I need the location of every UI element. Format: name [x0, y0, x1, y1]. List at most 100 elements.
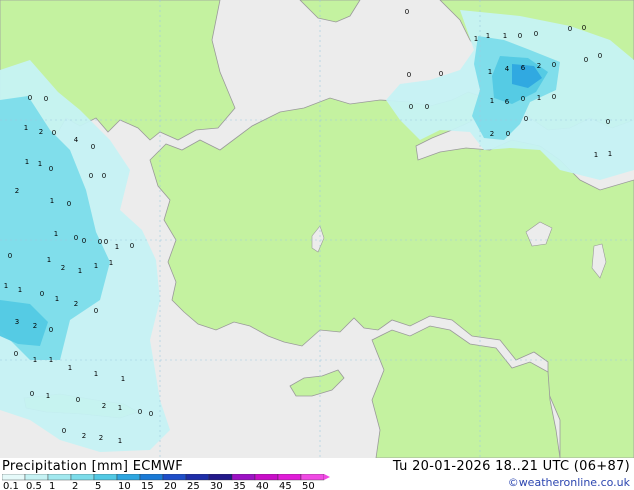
legend-swatch	[93, 474, 118, 481]
value-label: 0	[89, 172, 93, 180]
value-label: 0	[14, 350, 18, 358]
value-label: 1	[33, 356, 37, 364]
legend-swatch	[162, 474, 187, 481]
value-label: 2	[74, 300, 78, 308]
value-label: 0	[409, 103, 413, 111]
value-label: 0	[506, 130, 510, 138]
legend-swatch	[70, 474, 95, 481]
value-label: 0	[28, 94, 32, 102]
legend-tick-label: 40	[256, 481, 269, 490]
value-label: 1	[503, 32, 507, 40]
value-label: 0	[76, 396, 80, 404]
value-label: 1	[18, 286, 22, 294]
value-label: 0	[98, 238, 102, 246]
value-label: 0	[138, 408, 142, 416]
value-label: 1	[78, 267, 82, 275]
legend-swatch	[231, 474, 256, 481]
legend-tick-label: 45	[279, 481, 292, 490]
legend-tick-label: 15	[141, 481, 154, 490]
value-label: 1	[4, 282, 8, 290]
value-label: 2	[15, 187, 19, 195]
value-label: 0	[82, 237, 86, 245]
legend-tick-label: 35	[233, 481, 246, 490]
value-label: 0	[8, 252, 12, 260]
value-label: 0	[568, 25, 572, 33]
value-label: 0	[130, 242, 134, 250]
value-label: 1	[25, 158, 29, 166]
precipitation-map: 01 1 1 0 00 0001 4 6 2 00 01 6 0 1 02 00 01 10 00 01 2 0401 10…	[0, 0, 634, 458]
value-label: 1	[54, 230, 58, 238]
value-label: 0	[524, 115, 528, 123]
valid-time: Tu 20-01-2026 18..21 UTC (06+87)	[392, 459, 630, 474]
legend-swatch	[254, 474, 279, 481]
value-label: 0	[405, 8, 409, 16]
value-label: 0	[91, 143, 95, 151]
value-label: 2	[490, 130, 494, 138]
value-label: 0	[425, 103, 429, 111]
value-label: 0	[49, 165, 53, 173]
legend-tick-label: 0.1	[3, 481, 19, 490]
value-label: 0	[74, 234, 78, 242]
legend-tick-label: 50	[302, 481, 315, 490]
value-label: 3	[15, 318, 19, 326]
value-label: 0	[149, 410, 153, 418]
value-label: 6	[505, 98, 510, 106]
legend-tick-label: 2	[72, 481, 78, 490]
value-label: 0	[407, 71, 411, 79]
value-label: 0	[67, 200, 71, 208]
value-label: 0	[439, 70, 443, 78]
value-label: 0	[534, 30, 538, 38]
legend-tick-label: 10	[118, 481, 131, 490]
legend-tick-label: 0.5	[26, 481, 42, 490]
value-label: 0	[552, 61, 556, 69]
value-label: 0	[52, 129, 56, 137]
value-label: 1	[24, 124, 28, 132]
value-label: 1	[38, 160, 42, 168]
legend-tick-label: 1	[49, 481, 55, 490]
value-label: 0	[582, 24, 586, 32]
value-label: 1	[94, 262, 98, 270]
value-label: 0	[552, 93, 556, 101]
value-label: 1	[594, 151, 598, 159]
credit-link[interactable]: ©weatheronline.co.uk	[508, 476, 630, 489]
legend-swatch	[300, 474, 325, 481]
value-label: 1	[94, 370, 98, 378]
value-label: 0	[598, 52, 602, 60]
value-label: 0	[584, 56, 588, 64]
value-label: 0	[521, 95, 525, 103]
value-label: 2	[82, 432, 86, 440]
value-label: 1	[608, 150, 612, 158]
value-label: 4	[74, 136, 79, 144]
value-label: 1	[474, 35, 478, 43]
value-label: 0	[102, 172, 106, 180]
value-label: 1	[490, 97, 494, 105]
value-label: 0	[518, 32, 522, 40]
value-label: 2	[39, 128, 43, 136]
value-label: 1	[47, 256, 51, 264]
value-label: 0	[40, 290, 44, 298]
legend-tick-label: 25	[187, 481, 200, 490]
value-label: 1	[537, 94, 541, 102]
value-label: 1	[118, 437, 122, 445]
value-label: 1	[121, 375, 125, 383]
value-label: 1	[49, 356, 53, 364]
value-label: 1	[46, 392, 50, 400]
value-label: 0	[44, 95, 48, 103]
value-label: 0	[62, 427, 66, 435]
value-label: 1	[118, 404, 122, 412]
value-label: 1	[115, 243, 119, 251]
legend-swatch	[208, 474, 233, 481]
value-label: 1	[488, 68, 492, 76]
legend-swatch	[24, 474, 49, 481]
value-label: 2	[102, 402, 106, 410]
value-label: 1	[55, 295, 59, 303]
legend-tick-label: 5	[95, 481, 101, 490]
value-label: 0	[49, 326, 53, 334]
legend-tick-label: 30	[210, 481, 223, 490]
value-label: 1	[109, 259, 113, 267]
value-label: 0	[30, 390, 34, 398]
legend-tick-label: 20	[164, 481, 177, 490]
value-label: 4	[505, 65, 510, 73]
precip-legend: 0.1 0.5 1 2 5 10 15 20 25 30 35 40 45 50	[2, 474, 330, 490]
legend-swatch	[47, 474, 72, 481]
